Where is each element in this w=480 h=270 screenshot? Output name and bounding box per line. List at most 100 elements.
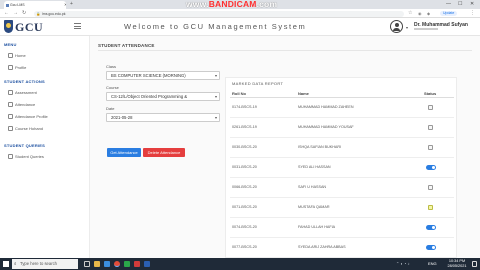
forward-icon[interactable]: → [13, 9, 18, 18]
lock-icon: 🔒 [36, 11, 41, 16]
taskbar-search-placeholder: Type here to search [20, 261, 58, 266]
course-label: Course [106, 85, 119, 90]
url-input[interactable]: 🔒 lms.gcu.edu.pk [34, 10, 404, 17]
delete-attendance-button[interactable]: Delete Attendance [143, 148, 185, 157]
maximize-icon[interactable]: ☐ [458, 0, 462, 9]
crest-icon [4, 20, 13, 33]
mail-icon[interactable] [104, 261, 110, 267]
browser-menu-icon[interactable]: ⋮ [470, 9, 475, 18]
sidebar-item-label: Student Queries [15, 154, 44, 159]
status-toggle[interactable] [426, 225, 436, 230]
page-title: Welcome to GCU Management System [124, 22, 307, 31]
screen: Gcu LMS ✕ + www.BANDICAM.com — ☐ ✕ ← → ↻… [0, 0, 480, 270]
app-header: GCU Welcome to GCU Management System ▾ D… [0, 18, 480, 36]
sidebar-item-label: Assessment [15, 90, 37, 95]
sidebar-item-label: Home [15, 53, 26, 58]
extension-icon[interactable]: ◉ [418, 9, 422, 18]
class-label: Class [106, 64, 117, 69]
chevron-down-icon[interactable]: ▾ [406, 25, 408, 30]
student-name: MUHAMMAD HAMMAD YOUSAF [298, 125, 354, 129]
logo-text: GCU [15, 20, 44, 34]
browser-tab[interactable]: Gcu LMS ✕ [4, 1, 66, 9]
table-row: 0071-BSCS-20 MUSTAFA QAMAR [230, 199, 454, 218]
roll-no: 0030-BSCS-20 [232, 145, 257, 149]
user-avatar-icon[interactable] [390, 20, 403, 33]
date-input-value: 2021-05-28 [111, 115, 133, 120]
windows-start-icon[interactable] [3, 261, 9, 267]
window-close-icon[interactable]: ✕ [470, 0, 474, 9]
column-header-name: Name [298, 91, 309, 96]
status-toggle[interactable] [426, 165, 436, 170]
chrome-icon[interactable] [114, 261, 120, 267]
hamburger-menu-icon[interactable] [74, 23, 81, 29]
sidebar-item-home[interactable]: Home [8, 52, 26, 59]
sidebar-item-label: Course Hohand [15, 126, 44, 131]
roll-no: 0066-BSCS-20 [232, 185, 257, 189]
table-row: 0066-BSCS-20 SAFI U HASSAN [230, 179, 454, 198]
get-attendance-button[interactable]: Get Attendance [107, 148, 141, 157]
status-checkbox[interactable] [428, 125, 433, 130]
sidebar-heading-student-actions: STUDENT ACTIONS [4, 79, 45, 84]
word-icon[interactable] [144, 261, 150, 267]
search-icon: ⌕ [14, 261, 17, 266]
report-title: MARKED DATA REPORT [232, 81, 284, 86]
status-checkbox[interactable] [428, 205, 433, 210]
student-name: SYED ALI HASSAN [298, 165, 331, 169]
reload-icon[interactable]: ↻ [22, 9, 26, 18]
status-checkbox[interactable] [428, 185, 433, 190]
minimize-icon[interactable]: — [446, 0, 451, 9]
roll-no: 0174-BSCS-19 [232, 105, 257, 109]
class-select-value: BS COMPUTER SCIENCE (MORNING) [111, 73, 186, 78]
bandicam-icon[interactable] [134, 261, 140, 267]
column-header-roll: Roll No [232, 91, 246, 96]
roll-no: 0031-BSCS-20 [232, 165, 257, 169]
sidebar-item-student-queries[interactable]: Student Queries [8, 153, 44, 160]
notification-icon[interactable] [472, 261, 477, 267]
recorder-watermark: www.BANDICAM.com [186, 0, 278, 9]
date-input[interactable]: 2021-05-28 ▾ [106, 113, 220, 122]
class-select[interactable]: BS COMPUTER SCIENCE (MORNING) ▾ [106, 71, 220, 80]
back-icon[interactable]: ← [4, 9, 9, 18]
user-role-placeholder [414, 28, 438, 30]
divider [98, 50, 472, 51]
course-select-value: CS-12/L/Object Oriented Programming & [111, 94, 188, 99]
sidebar: MENU Home Profile STUDENT ACTIONS Assess… [0, 36, 90, 258]
sidebar-item-profile[interactable]: Profile [8, 64, 26, 71]
student-name: SYEDA ARIJ ZAHRA ABBAS [298, 245, 346, 249]
assessment-icon [8, 90, 13, 95]
sidebar-item-attendance[interactable]: Attendance [8, 101, 35, 108]
bookmark-star-icon[interactable]: ☆ [408, 9, 412, 18]
divider [230, 97, 454, 98]
sidebar-item-label: Attendance [15, 102, 36, 107]
status-toggle[interactable] [426, 245, 436, 250]
system-tray-icons[interactable]: ⌃ ◐ ◔ ♪ [396, 258, 410, 270]
sidebar-item-label: Attendance Profile [15, 114, 48, 119]
sidebar-item-assessment[interactable]: Assessment [8, 89, 37, 96]
close-tab-icon[interactable]: ✕ [64, 1, 66, 9]
status-checkbox[interactable] [428, 145, 433, 150]
taskbar-search-input[interactable]: ⌕ Type here to search [12, 259, 78, 269]
file-explorer-icon[interactable] [94, 261, 100, 267]
language-indicator[interactable]: ENG [428, 258, 437, 270]
roll-no: 0071-BSCS-20 [232, 205, 257, 209]
chevron-down-icon: ▾ [214, 73, 217, 78]
sidebar-item-attendance-profile[interactable]: Attendance Profile [8, 113, 48, 120]
course-icon [8, 126, 13, 131]
table-row: 0031-BSCS-20 SYED ALI HASSAN [230, 159, 454, 178]
course-select[interactable]: CS-12/L/Object Oriented Programming & ▾ [106, 92, 220, 101]
profile-update-button[interactable]: Update [440, 11, 458, 16]
gcu-logo[interactable]: GCU [4, 19, 52, 35]
date-label: Date [106, 106, 115, 111]
roll-no: 0074-BSCS-20 [232, 225, 257, 229]
taskbar-clock[interactable]: 10:34 PM 28/05/2021 [444, 259, 470, 269]
sidebar-heading-menu: MENU [4, 42, 17, 47]
marked-data-report: MARKED DATA REPORT Roll No Name Status 0… [225, 77, 457, 258]
task-view-icon[interactable] [84, 261, 90, 267]
status-checkbox[interactable] [428, 105, 433, 110]
app-icon[interactable] [124, 261, 130, 267]
sidebar-heading-student-queries: STUDENT QUERIES [4, 143, 46, 148]
user-icon [8, 65, 13, 70]
extensions-puzzle-icon[interactable]: ◆ [427, 9, 430, 18]
sidebar-item-course-handout[interactable]: Course Hohand [8, 125, 43, 132]
new-tab-icon[interactable]: + [70, 1, 73, 7]
